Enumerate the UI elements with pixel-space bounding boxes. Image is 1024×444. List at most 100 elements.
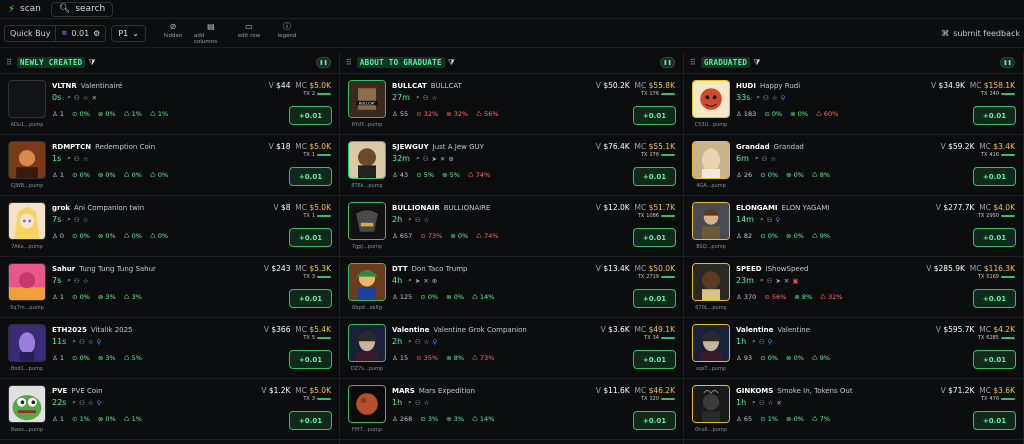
token-address[interactable]: 6YdY...pump [344, 122, 390, 128]
token-row[interactable]: 0ho6...pump GINKOMS Smoke In, Tokens Out … [684, 379, 1023, 440]
drag-handle-icon[interactable]: ⠿ [690, 58, 696, 67]
token-avatar[interactable] [8, 80, 46, 118]
quick-buy-control[interactable]: Quick Buy ≡ 0.01 ⚙ [4, 24, 107, 42]
tool-hidden[interactable]: ⊘ hidden [156, 22, 190, 45]
person-icon[interactable]: ⚇ [415, 216, 421, 224]
token-address[interactable]: DZ7s...pump [344, 366, 390, 372]
token-row[interactable]: ADu1...pump VLTNR Valentinairé 0s ⌕ ⚇ ☆ ✕ ♙ 1… [0, 74, 339, 135]
star-icon[interactable]: ☆ [772, 94, 778, 102]
quick-buy-button[interactable]: +0.01 [633, 289, 676, 308]
tool-legend[interactable]: ⓘ legend [270, 22, 304, 45]
person-icon[interactable]: ⚇ [415, 399, 421, 407]
drag-handle-icon[interactable]: ⠿ [6, 58, 12, 67]
token-avatar[interactable] [348, 202, 386, 240]
token-avatar[interactable] [8, 141, 46, 179]
search-icon[interactable]: ⌕ [760, 276, 764, 285]
person-icon[interactable]: ⚇ [759, 399, 765, 407]
token-row[interactable]: 670L...pump SPEED IShowSpeed 23m ⌕ ⚇ ➤ ✕ ▣ ♙ 3… [684, 257, 1023, 318]
token-avatar[interactable] [692, 80, 730, 118]
search-icon[interactable]: ⌕ [408, 337, 412, 346]
quick-buy-button[interactable]: +0.01 [633, 167, 676, 186]
token-avatar[interactable] [348, 324, 386, 362]
filter-icon[interactable]: ⧩ [448, 58, 455, 68]
x-icon[interactable]: ✕ [784, 277, 789, 285]
token-row[interactable]: C53U...pump HUDI Happy Rudi 33s ⌕ ⚇ ☆ ⚲ ♙ 183… [684, 74, 1023, 135]
person-icon[interactable]: ⚇ [762, 155, 768, 163]
token-avatar[interactable] [348, 385, 386, 423]
brand[interactable]: ⚡ scan [0, 4, 41, 15]
person-icon[interactable]: ⚇ [74, 94, 80, 102]
star-icon[interactable]: ☆ [88, 338, 94, 346]
search-icon[interactable]: ⌕ [755, 154, 759, 163]
link-icon[interactable]: ⚲ [97, 338, 102, 346]
token-avatar[interactable] [692, 385, 730, 423]
tool-add-columns[interactable]: ▤ add columns [194, 22, 228, 45]
search-icon[interactable]: ⌕ [72, 398, 76, 407]
token-row[interactable]: 8wez...pump PVE PVE Coin 22s ⌕ ⚇ ☆ ⚲ ♙ 1 ⊙ 1% ⊚… [0, 379, 339, 440]
quick-buy-button[interactable]: +0.01 [973, 167, 1016, 186]
quick-buy-button[interactable]: +0.01 [973, 411, 1016, 430]
token-avatar[interactable] [692, 141, 730, 179]
token-avatar[interactable] [8, 385, 46, 423]
star-icon[interactable]: ☆ [424, 338, 430, 346]
person-icon[interactable]: ⚇ [74, 277, 80, 285]
token-row[interactable]: 6bpd...ek6g DTT Don Taco Trump 4h ⌕ ➤ ✕ ⊕ ♙ 1… [340, 257, 683, 318]
token-address[interactable]: 8T6k...pump [344, 183, 390, 189]
token-address[interactable]: 670L...pump [688, 305, 734, 311]
quick-buy-button[interactable]: +0.01 [973, 228, 1016, 247]
quick-buy-button[interactable]: +0.01 [973, 289, 1016, 308]
quick-buy-button[interactable]: +0.01 [289, 350, 332, 369]
person-icon[interactable]: ⚇ [767, 277, 773, 285]
x-icon[interactable]: ✕ [92, 94, 97, 102]
person-icon[interactable]: ⚇ [423, 94, 429, 102]
token-row[interactable]: 7gpJ...pump BULLIONAIR BULLIONAIRE 2h ⌕ ⚇ ☆ … [340, 196, 683, 257]
quick-buy-button[interactable]: +0.01 [973, 350, 1016, 369]
globe-icon[interactable]: ⊕ [448, 155, 453, 163]
token-row[interactable]: Bod1...pump ETH2025 Vitalik 2025 11s ⌕ ⚇ ☆ ⚲ … [0, 318, 339, 379]
link-icon[interactable]: ⚲ [775, 216, 780, 224]
pause-icon[interactable]: ❚❚ [1000, 57, 1015, 68]
search-icon[interactable]: ⌕ [67, 93, 71, 102]
quick-buy-button[interactable]: +0.01 [633, 350, 676, 369]
token-avatar[interactable]: BULLCAT [348, 80, 386, 118]
gear-icon[interactable]: ⚙ [93, 29, 100, 38]
star-icon[interactable]: ☆ [83, 216, 89, 224]
quick-buy-amount[interactable]: ≡ 0.01 ⚙ [56, 26, 105, 41]
star-icon[interactable]: ☆ [424, 216, 430, 224]
search-icon[interactable]: ⌕ [408, 215, 412, 224]
token-row[interactable]: 7AKe...pump grok Ani Companion twin 7s ⌕ ⚇ ☆… [0, 196, 339, 257]
person-icon[interactable]: ⚇ [74, 155, 80, 163]
quick-buy-button[interactable]: +0.01 [289, 411, 332, 430]
token-row[interactable]: CJWB...pump RDMPTCN Redemption Coin 1s ⌕ ⚇ ☆… [0, 135, 339, 196]
search-icon[interactable]: ⌕ [67, 215, 71, 224]
telegram-icon[interactable]: ➤ [775, 277, 780, 285]
link-icon[interactable]: ⚲ [768, 338, 773, 346]
token-row[interactable]: 8T6k...pump SJEWGUY Just A Jew GUY 32m ⌕ ⚇ ➤… [340, 135, 683, 196]
token-address[interactable]: 7AKe...pump [4, 244, 50, 250]
quick-buy-button[interactable]: +0.01 [633, 228, 676, 247]
pause-icon[interactable]: ❚❚ [660, 57, 675, 68]
search-icon[interactable]: ⌕ [752, 337, 756, 346]
telegram-icon[interactable]: ➤ [431, 155, 436, 163]
star-icon[interactable]: ☆ [83, 277, 89, 285]
token-avatar[interactable] [8, 263, 46, 301]
token-row[interactable]: 5q7m...pump Sahur Tung Tung Tung Sahur 7s… [0, 257, 339, 318]
person-icon[interactable]: ⚇ [759, 338, 765, 346]
person-icon[interactable]: ⚇ [79, 399, 85, 407]
quick-buy-button[interactable]: +0.01 [289, 167, 332, 186]
search-icon[interactable]: ⌕ [408, 276, 412, 285]
filter-icon[interactable]: ⧩ [753, 58, 760, 68]
token-address[interactable]: 0ho6...pump [688, 427, 734, 433]
search-icon[interactable]: ⌕ [67, 276, 71, 285]
token-address[interactable]: 6bpd...ek6g [344, 305, 390, 311]
token-address[interactable]: C53U...pump [688, 122, 734, 128]
token-row[interactable]: BULLCAT 6YdY...pump BULLCAT BULLCAT 27m ⌕ ⚇… [340, 74, 683, 135]
preset-select[interactable]: P1 ⌄ [111, 24, 146, 42]
quick-buy-button[interactable]: +0.01 [633, 411, 676, 430]
token-address[interactable]: FPf7...pump [344, 427, 390, 433]
quick-buy-button[interactable]: +0.01 [633, 106, 676, 125]
token-row[interactable]: sqsT...pump Valentine Valentine 1h ⌕ ⚇ ⚲ ♙ 9… [684, 318, 1023, 379]
token-avatar[interactable] [8, 324, 46, 362]
star-icon[interactable]: ☆ [768, 399, 774, 407]
search-icon[interactable]: ⌕ [756, 93, 760, 102]
